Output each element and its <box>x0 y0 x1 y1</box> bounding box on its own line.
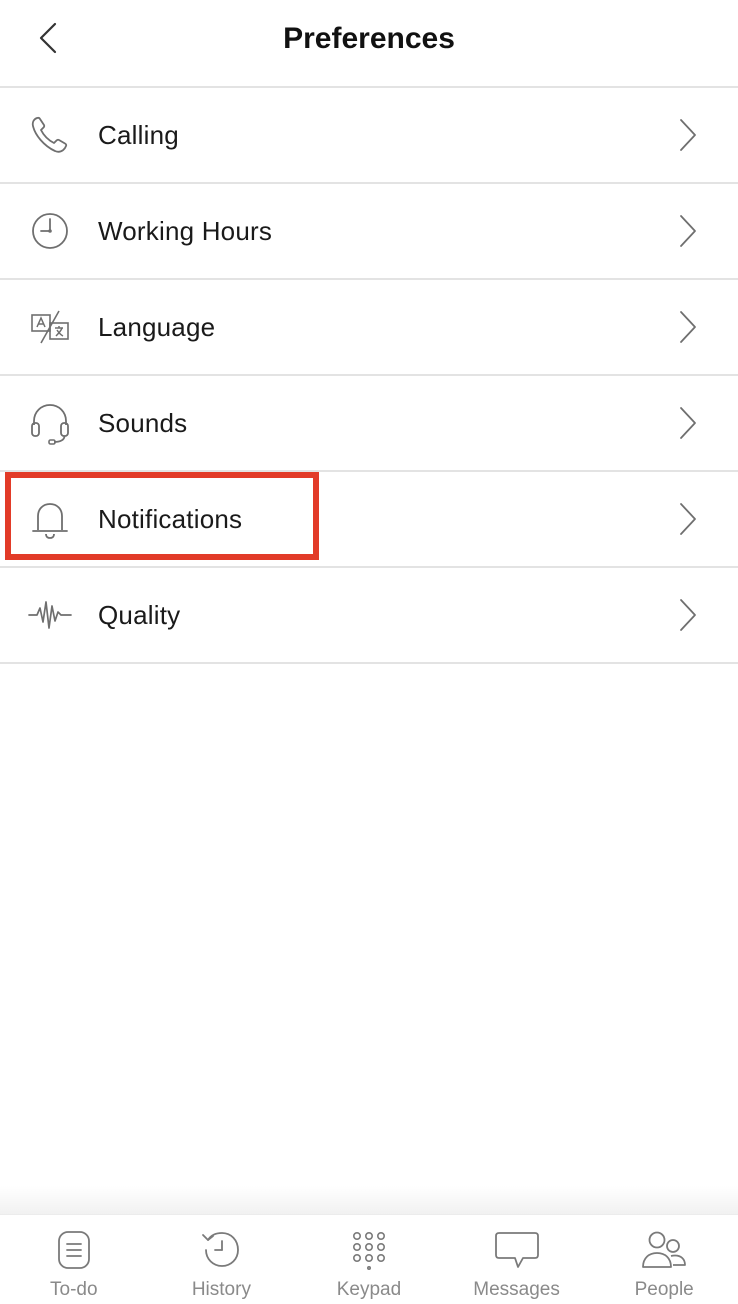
chevron-right-icon <box>680 311 696 343</box>
chevron-right-icon <box>680 215 696 247</box>
todo-icon <box>50 1229 98 1271</box>
tab-label: Keypad <box>336 1279 402 1300</box>
page-title: Preferences <box>283 22 455 55</box>
chevron-right-icon <box>680 599 696 631</box>
tab-label: To-do <box>50 1279 98 1300</box>
chevron-right-icon <box>680 503 696 535</box>
preference-item-sounds[interactable]: Sounds <box>0 376 738 472</box>
people-icon <box>640 1229 688 1271</box>
tab-bar: To-do History Keypad Messages People <box>0 1214 738 1304</box>
preference-label: Sounds <box>98 407 188 438</box>
preference-label: Notifications <box>98 503 243 534</box>
preference-item-calling[interactable]: Calling <box>0 88 738 184</box>
preference-item-quality[interactable]: Quality <box>0 568 738 664</box>
preference-item-language[interactable]: Language <box>0 280 738 376</box>
tab-todo[interactable]: To-do <box>0 1215 148 1304</box>
preference-label: Working Hours <box>98 215 273 246</box>
waveform-icon <box>28 593 72 637</box>
tab-keypad[interactable]: Keypad <box>295 1215 443 1304</box>
tab-label: Messages <box>473 1279 560 1300</box>
tab-label: History <box>191 1279 251 1300</box>
tab-messages[interactable]: Messages <box>443 1215 591 1304</box>
clock-icon <box>28 209 72 253</box>
preferences-list: Calling Working Hours Language Sounds No… <box>0 88 738 664</box>
tabbar-shadow <box>0 1186 738 1214</box>
translate-icon <box>28 305 72 349</box>
bell-icon <box>28 497 72 541</box>
preference-item-working-hours[interactable]: Working Hours <box>0 184 738 280</box>
preference-label: Language <box>98 311 216 342</box>
header: Preferences <box>0 0 738 88</box>
chevron-right-icon <box>680 119 696 151</box>
tab-people[interactable]: People <box>590 1215 738 1304</box>
keypad-icon <box>345 1229 393 1271</box>
preference-label: Quality <box>98 599 181 630</box>
messages-icon <box>493 1229 541 1271</box>
chevron-right-icon <box>680 407 696 439</box>
preference-item-notifications[interactable]: Notifications <box>0 472 738 568</box>
history-icon <box>197 1229 245 1271</box>
phone-icon <box>28 113 72 157</box>
tab-history[interactable]: History <box>148 1215 296 1304</box>
preference-label: Calling <box>98 119 179 150</box>
headset-icon <box>28 401 72 445</box>
tab-label: People <box>634 1279 694 1300</box>
